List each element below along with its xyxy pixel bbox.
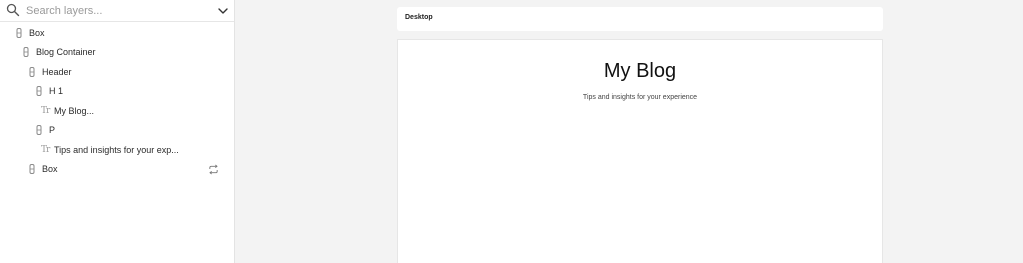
layer-row-p[interactable]: P (0, 121, 234, 141)
chevron-down-icon[interactable] (217, 5, 229, 17)
drag-handle-icon (35, 85, 43, 97)
frame-title: Desktop (405, 14, 433, 21)
layer-label: Tips and insights for your exp... (54, 144, 179, 155)
layer-row-header[interactable]: Header (0, 62, 234, 82)
drag-handle-icon (22, 46, 30, 58)
layer-label: Box (42, 164, 58, 175)
blog-tagline[interactable]: Tips and insights for your experience (398, 94, 882, 101)
drag-handle-icon (35, 124, 43, 136)
layer-row-h1[interactable]: H 1 (0, 82, 234, 102)
blog-heading[interactable]: My Blog (398, 60, 882, 83)
drag-handle-icon (15, 27, 23, 39)
frame-header[interactable]: Desktop (397, 7, 883, 31)
layer-label: Blog Container (36, 47, 96, 58)
layer-row-box-2[interactable]: Box (0, 160, 234, 180)
layer-row-blog-container[interactable]: Blog Container (0, 43, 234, 63)
drag-handle-icon (28, 163, 36, 175)
layers-search-bar (0, 0, 234, 22)
drag-handle-icon (28, 66, 36, 78)
layers-panel: Box Blog Container Header H 1 Tr My Blog… (0, 0, 235, 263)
layer-row-box[interactable]: Box (0, 23, 234, 43)
layer-label: H 1 (49, 86, 64, 97)
text-icon: Tr (41, 105, 50, 116)
search-input[interactable] (26, 2, 206, 19)
layer-label: Header (42, 66, 72, 77)
layer-label: My Blog... (54, 105, 95, 116)
repeat-icon[interactable] (208, 164, 219, 175)
layer-row-text-tips[interactable]: Tr Tips and insights for your exp... (0, 140, 234, 160)
layer-row-text-my-blog[interactable]: Tr My Blog... (0, 101, 234, 121)
layer-label: Box (29, 27, 45, 38)
layer-label: P (49, 125, 56, 136)
text-icon: Tr (41, 144, 50, 155)
desktop-frame[interactable]: My Blog Tips and insights for your exper… (397, 39, 883, 263)
layer-tree: Box Blog Container Header H 1 Tr My Blog… (0, 23, 234, 179)
search-icon (6, 3, 20, 17)
